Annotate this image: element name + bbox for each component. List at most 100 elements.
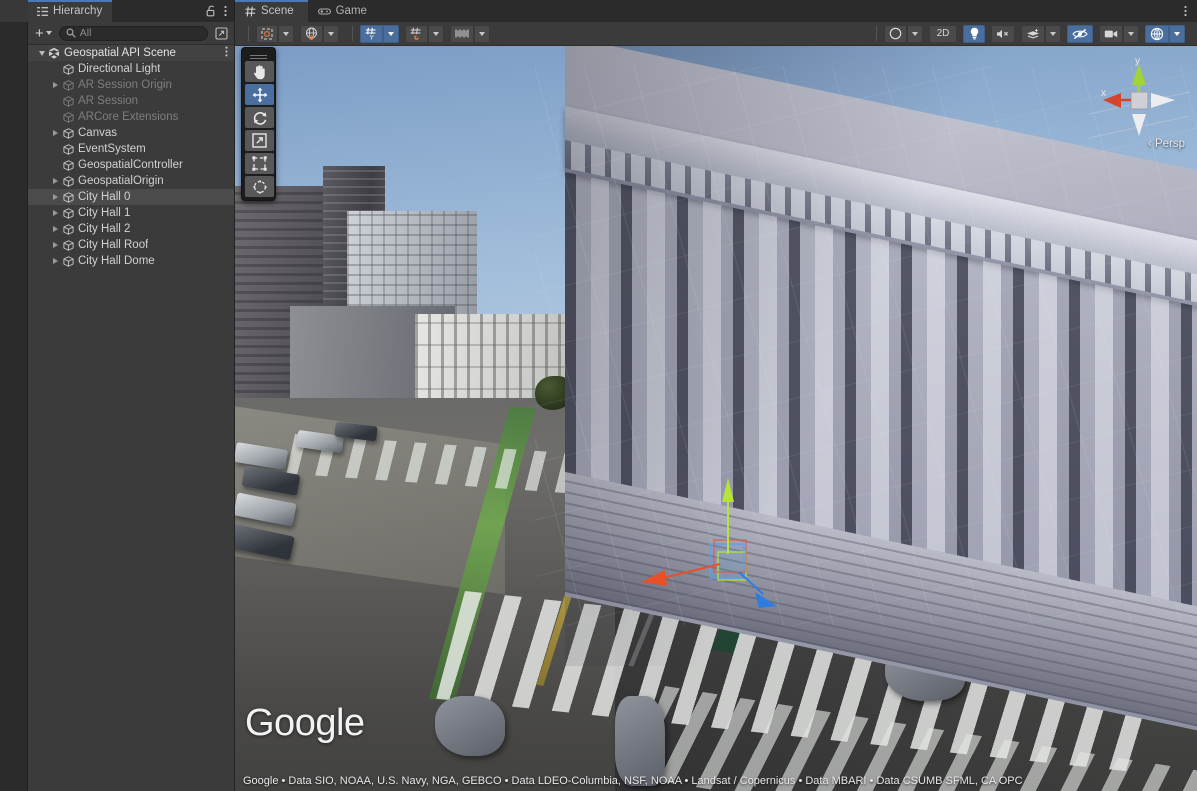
- shading-mode-button[interactable]: [884, 25, 907, 43]
- svg-text:Y: Y: [370, 34, 375, 40]
- rotate-icon: [252, 110, 268, 126]
- gizmos-toggle-button[interactable]: [1145, 25, 1169, 43]
- hidden-objects-button[interactable]: [1067, 25, 1093, 43]
- scale-icon: [252, 133, 267, 148]
- svg-text:y: y: [1135, 56, 1140, 67]
- hierarchy-row-label: Directional Light: [75, 63, 160, 75]
- gizmos-toggle-dropdown[interactable]: [1169, 25, 1185, 43]
- grid-axis-button[interactable]: Y: [360, 25, 383, 43]
- toggle-2d-button[interactable]: 2D: [929, 25, 957, 43]
- hierarchy-row-geospatialorigin[interactable]: GeospatialOrigin: [28, 173, 234, 189]
- scene-tabbar: Scene Game: [235, 0, 1197, 22]
- rect-tool[interactable]: [245, 153, 274, 174]
- gameobject-icon: [61, 80, 75, 91]
- handle-space-group: [300, 25, 339, 43]
- hierarchy-tree[interactable]: Geospatial API Scene Directional Light AR …: [28, 45, 234, 791]
- google-logo: Google: [245, 702, 365, 745]
- gizmo-axis-x: [641, 564, 720, 586]
- hierarchy-row-city-hall-0[interactable]: City Hall 0: [28, 189, 234, 205]
- gameobject-icon: [61, 256, 75, 267]
- chevron-right-icon[interactable]: [50, 178, 61, 184]
- left-rail-header: [0, 0, 28, 22]
- chevron-right-icon[interactable]: [50, 130, 61, 136]
- gameobject-icon: [61, 240, 75, 251]
- gizmos-toggle-group: [1145, 25, 1185, 43]
- grid-axis-dropdown[interactable]: [383, 25, 399, 43]
- view-tool[interactable]: [245, 61, 274, 82]
- chevron-right-icon[interactable]: [50, 194, 61, 200]
- gizmo-axis-z: [739, 572, 777, 608]
- perspective-label[interactable]: ‹ Persp: [1148, 138, 1185, 150]
- tab-scene[interactable]: Scene: [235, 0, 308, 22]
- hierarchy-row-ar-session-origin[interactable]: AR Session Origin: [28, 77, 234, 93]
- hierarchy-row-canvas[interactable]: Canvas: [28, 125, 234, 141]
- scene-camera-button[interactable]: [1099, 25, 1123, 43]
- scene-camera-dropdown[interactable]: [1123, 25, 1139, 43]
- chevron-down-icon: [433, 32, 439, 36]
- chevron-down-icon[interactable]: [36, 51, 47, 56]
- unity-scene-icon: [47, 47, 61, 59]
- scene-audio-button[interactable]: [991, 25, 1015, 43]
- chevron-right-icon[interactable]: [50, 82, 61, 88]
- transform-tool[interactable]: [245, 176, 274, 197]
- grid-size-button[interactable]: [450, 25, 474, 43]
- gameobject-icon: [61, 208, 75, 219]
- open-in-new-icon[interactable]: [213, 25, 229, 41]
- hierarchy-row-city-hall-1[interactable]: City Hall 1: [28, 205, 234, 221]
- chevron-right-icon[interactable]: [50, 210, 61, 216]
- hierarchy-row-city-hall-roof[interactable]: City Hall Roof: [28, 237, 234, 253]
- chevron-down-icon: [1174, 32, 1180, 36]
- rotate-tool[interactable]: [245, 107, 274, 128]
- move-tool[interactable]: [245, 84, 274, 105]
- scene-kebab-menu[interactable]: [1184, 0, 1197, 22]
- scene-lighting-button[interactable]: [963, 25, 985, 43]
- gizmo-axis-x: x: [1101, 88, 1131, 108]
- hierarchy-icon: [37, 6, 48, 17]
- scene-toolbar: Y: [235, 22, 1197, 46]
- lock-open-icon[interactable]: [206, 5, 217, 17]
- pivot-mode-dropdown[interactable]: [278, 25, 294, 43]
- gizmo-center-cube: [1131, 92, 1148, 109]
- search-input[interactable]: All: [59, 26, 208, 41]
- grid-snap-button[interactable]: [405, 25, 428, 43]
- scene-context-menu-icon[interactable]: [225, 46, 228, 57]
- tab-hierarchy[interactable]: Hierarchy: [28, 0, 112, 22]
- chevron-right-icon[interactable]: [50, 226, 61, 232]
- editor-left-rail: [0, 0, 28, 791]
- grid-snap-dropdown[interactable]: [428, 25, 444, 43]
- hierarchy-row-ar-session[interactable]: AR Session: [28, 93, 234, 109]
- hierarchy-row-city-hall-dome[interactable]: City Hall Dome: [28, 253, 234, 269]
- hierarchy-row-city-hall-2[interactable]: City Hall 2: [28, 221, 234, 237]
- scene-viewport[interactable]: y x ‹ Persp Google Google • Data SIO, NO…: [235, 46, 1197, 791]
- svg-text:x: x: [1101, 88, 1106, 99]
- kebab-menu-icon[interactable]: [224, 5, 227, 17]
- hierarchy-row-directional-light[interactable]: Directional Light: [28, 61, 234, 77]
- shading-mode-dropdown[interactable]: [907, 25, 923, 43]
- scene-fx-button[interactable]: [1021, 25, 1045, 43]
- gameobject-icon: [61, 192, 75, 203]
- scene-fx-dropdown[interactable]: [1045, 25, 1061, 43]
- scene-tool-palette: [241, 47, 276, 201]
- tab-game[interactable]: Game: [308, 0, 381, 22]
- scale-tool[interactable]: [245, 130, 274, 151]
- hierarchy-row-geospatial-api-scene[interactable]: Geospatial API Scene: [28, 45, 234, 61]
- grid-size-dropdown[interactable]: [474, 25, 490, 43]
- palette-drag-handle[interactable]: [245, 51, 272, 59]
- pivot-mode-button[interactable]: [256, 25, 278, 43]
- hierarchy-row-geospatialcontroller[interactable]: GeospatialController: [28, 157, 234, 173]
- pivot-mode-group: [256, 25, 294, 43]
- gameobject-icon: [61, 160, 75, 171]
- hierarchy-row-label: City Hall 1: [75, 207, 130, 219]
- handle-space-button[interactable]: [300, 25, 323, 43]
- chevron-right-icon[interactable]: [50, 242, 61, 248]
- move-gizmo[interactable]: [635, 436, 795, 626]
- hierarchy-row-label: ARCore Extensions: [75, 111, 178, 123]
- hierarchy-row-eventsystem[interactable]: EventSystem: [28, 141, 234, 157]
- create-gameobject-button[interactable]: +: [33, 26, 54, 41]
- chevron-down-icon: [328, 32, 334, 36]
- move-arrows-icon: [252, 87, 268, 103]
- handle-space-dropdown[interactable]: [323, 25, 339, 43]
- search-icon: [66, 28, 76, 38]
- hierarchy-row-arcore-extensions[interactable]: ARCore Extensions: [28, 109, 234, 125]
- chevron-right-icon[interactable]: [50, 258, 61, 264]
